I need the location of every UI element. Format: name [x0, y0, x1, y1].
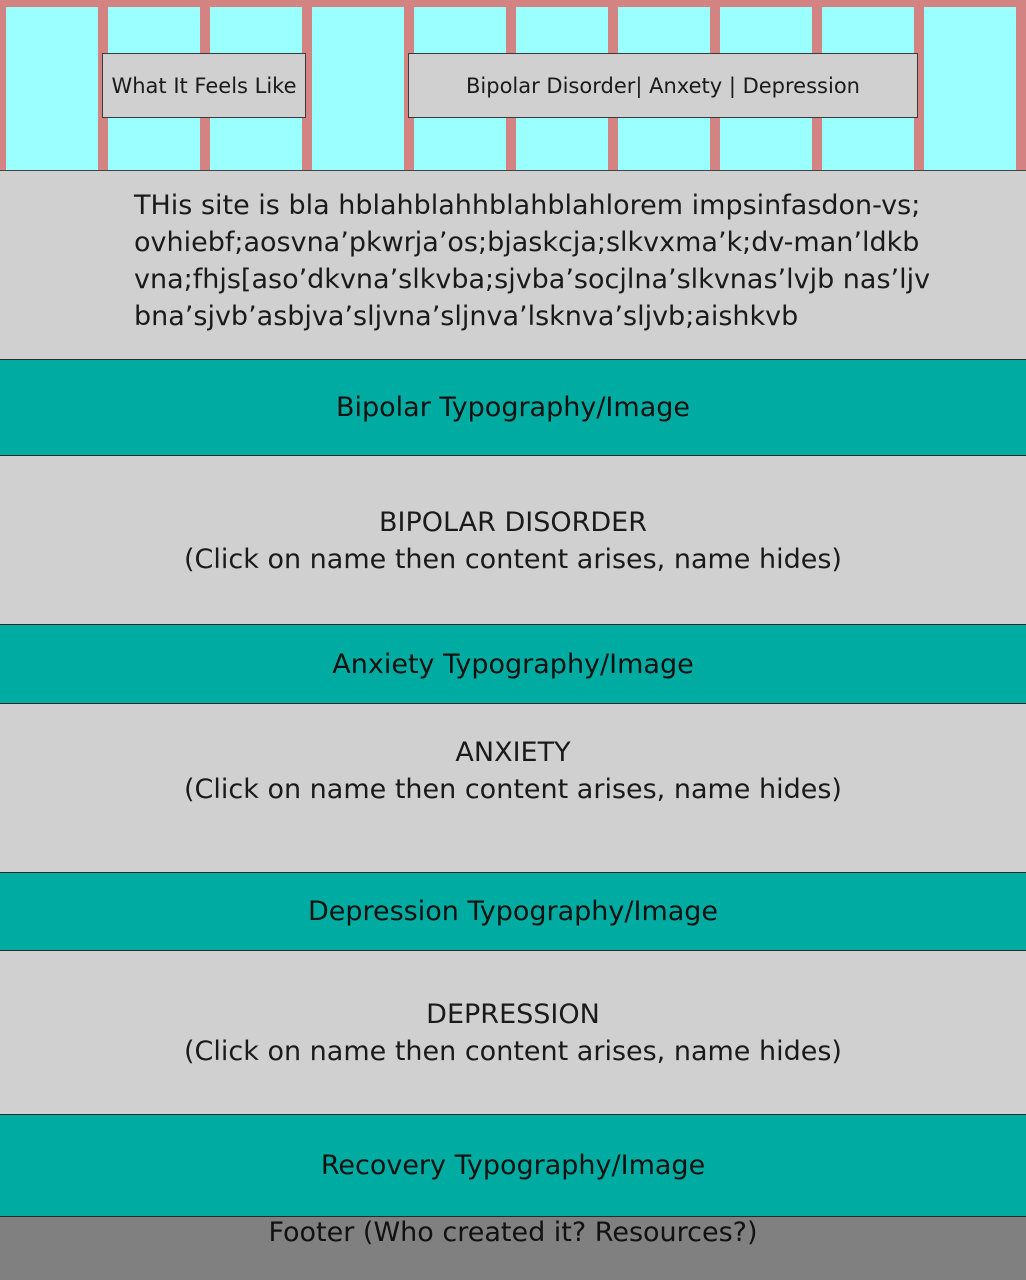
depression-title[interactable]: DEPRESSION [184, 996, 842, 1033]
nav-conditions[interactable]: Bipolar Disorder| Anxety | Depression [408, 53, 918, 118]
bipolar-section: BIPOLAR DISORDER (Click on name then con… [0, 456, 1026, 625]
depression-section: DEPRESSION (Click on name then content a… [0, 951, 1026, 1114]
anxiety-section: ANXIETY (Click on name then content aris… [0, 704, 1026, 872]
footer: Footer (Who created it? Resources?) [0, 1217, 1026, 1280]
grid-column [312, 7, 404, 170]
anxiety-banner: Anxiety Typography/Image [0, 624, 1026, 704]
bipolar-title[interactable]: BIPOLAR DISORDER [184, 504, 842, 541]
intro-text: THis site is bla hblahblahhblahblahlorem… [134, 190, 931, 332]
depression-banner-label: Depression Typography/Image [307, 896, 719, 927]
depression-banner: Depression Typography/Image [0, 872, 1026, 951]
anxiety-banner-label: Anxiety Typography/Image [332, 648, 694, 680]
grid-column [924, 7, 1016, 170]
recovery-banner: Recovery Typography/Image [0, 1114, 1026, 1217]
intro-section: THis site is bla hblahblahhblahblahlorem… [0, 170, 1026, 360]
anxiety-title[interactable]: ANXIETY [184, 734, 842, 771]
header-grid: What It Feels Like Bipolar Disorder| Anx… [0, 0, 1026, 170]
bipolar-note: (Click on name then content arises, name… [184, 543, 842, 575]
bipolar-banner: Bipolar Typography/Image [0, 359, 1026, 456]
depression-note: (Click on name then content arises, name… [184, 1035, 842, 1067]
depression-toggle[interactable]: DEPRESSION (Click on name then content a… [184, 996, 842, 1070]
bipolar-banner-label: Bipolar Typography/Image [335, 392, 690, 423]
bipolar-toggle[interactable]: BIPOLAR DISORDER (Click on name then con… [184, 504, 842, 578]
recovery-banner-label: Recovery Typography/Image [320, 1150, 706, 1181]
anxiety-toggle[interactable]: ANXIETY (Click on name then content aris… [184, 734, 842, 808]
grid-column [6, 7, 98, 170]
footer-text: Footer (Who created it? Resources?) [268, 1217, 758, 1248]
nav-what-it-feels-like[interactable]: What It Feels Like [102, 53, 306, 118]
anxiety-note: (Click on name then content arises, name… [184, 774, 842, 805]
